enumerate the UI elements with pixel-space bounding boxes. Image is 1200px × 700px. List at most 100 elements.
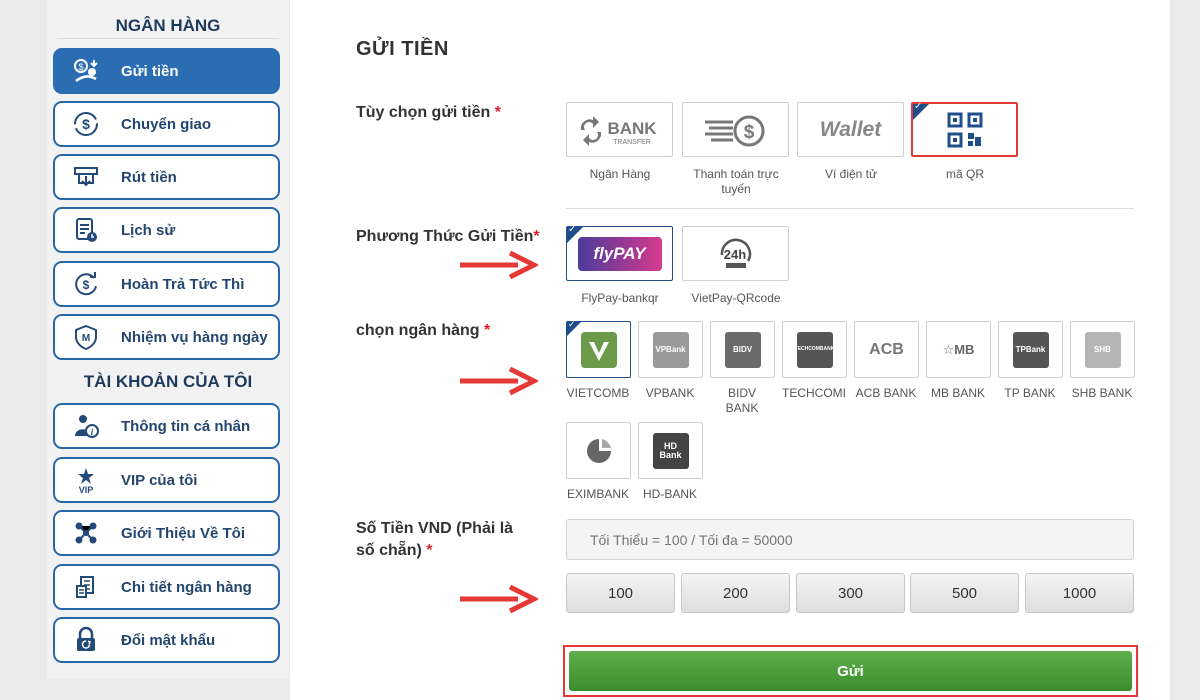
sidebar-item-personal-info[interactable]: i Thông tin cá nhân xyxy=(53,403,280,449)
mb-logo-text: MB xyxy=(954,341,975,357)
bank-logo-subtext: TRANSFER xyxy=(613,139,651,146)
amount-preset-500[interactable]: 500 xyxy=(910,573,1019,613)
required-mark: * xyxy=(426,542,433,559)
bank-caption: HD-BANK xyxy=(642,487,697,501)
method-flypay[interactable]: flyPAY xyxy=(566,224,673,281)
amount-label-line: số chẵn) xyxy=(356,542,422,559)
bank-tpbank[interactable]: TPBank xyxy=(998,321,1063,378)
amount-preset-100[interactable]: 100 xyxy=(566,573,675,613)
techcombank-logo: TECHCOMBANK xyxy=(795,331,834,368)
bank-caption-line: BANK xyxy=(725,401,759,415)
referral-icon xyxy=(71,518,101,548)
submit-button[interactable]: Gửi xyxy=(569,651,1132,691)
bank-caption: TECHCOMI xyxy=(782,386,846,400)
bank-caption: VIETCOMB xyxy=(566,386,630,400)
vietpay-logo-text: 24h xyxy=(723,247,745,262)
sidebar-item-label: Giới Thiệu Về Tôi xyxy=(121,524,246,542)
eximbank-logo xyxy=(586,438,611,463)
section-divider xyxy=(57,38,279,39)
submit-highlight: Gửi xyxy=(563,645,1138,697)
option-qr-code[interactable] xyxy=(911,101,1018,157)
sidebar-item-refund[interactable]: $ Hoàn Trả Tức Thì xyxy=(53,261,280,307)
method-label-text: Phương Thức Gửi Tiền xyxy=(356,228,534,245)
sidebar-item-label: Thông tin cá nhân xyxy=(121,417,251,435)
sidebar-item-label: Nhiệm vụ hàng ngày xyxy=(121,328,268,346)
sidebar-item-bank-details[interactable]: Chi tiết ngân hàng xyxy=(53,564,280,610)
sidebar: NGÂN HÀNG $ Gửi tiền $ Chuyển giao Rút t… xyxy=(47,0,289,678)
method-caption: FlyPay-bankqr xyxy=(581,291,659,305)
deposit-option-label-text: Tùy chọn gửi tiền xyxy=(356,104,491,121)
amount-label-line: Số Tiền VND (Phải là xyxy=(356,520,514,537)
svg-text:M: M xyxy=(82,333,90,344)
svg-text:VIP: VIP xyxy=(79,485,94,494)
svg-text:$: $ xyxy=(82,116,90,132)
arrow-icon xyxy=(460,250,538,280)
required-mark: * xyxy=(484,322,491,339)
hdbank-logo: HD Bank xyxy=(652,432,689,469)
sidebar-item-referral[interactable]: Giới Thiệu Về Tôi xyxy=(53,510,280,556)
option-e-wallet[interactable]: Wallet xyxy=(797,102,904,157)
mission-icon: M xyxy=(71,322,101,352)
sidebar-item-change-password[interactable]: Đổi mật khẩu xyxy=(53,617,280,663)
method-vietpay[interactable]: 24h xyxy=(682,226,789,281)
option-caption-line: tuyến xyxy=(721,182,751,196)
bank-section-title: NGÂN HÀNG xyxy=(115,16,221,35)
bank-techcombank[interactable]: TECHCOMBANK xyxy=(782,321,847,378)
sidebar-item-label: Chuyển giao xyxy=(121,115,212,133)
history-icon xyxy=(71,215,101,245)
refund-icon: $ xyxy=(71,269,101,299)
sidebar-item-deposit[interactable]: $ Gửi tiền xyxy=(53,48,280,94)
sidebar-item-label: Đổi mật khẩu xyxy=(121,631,216,649)
option-online-payment[interactable]: $ xyxy=(682,102,789,157)
method-caption: VietPay-QRcode xyxy=(691,291,781,305)
section-divider xyxy=(566,208,1134,209)
page-title: GỬI TIỀN xyxy=(356,38,449,60)
svg-text:$: $ xyxy=(743,122,754,143)
bidv-logo: BIDV xyxy=(724,331,761,368)
deposit-option-label: Tùy chọn gửi tiền * xyxy=(356,102,501,124)
sidebar-item-daily-mission[interactable]: M Nhiệm vụ hàng ngày xyxy=(53,314,280,360)
amount-preset-1000[interactable]: 1000 xyxy=(1025,573,1134,613)
sidebar-item-withdraw[interactable]: Rút tiền xyxy=(53,154,280,200)
bank-vpbank[interactable]: VPBank xyxy=(638,321,703,378)
sidebar-item-label: Lịch sử xyxy=(121,221,176,239)
amount-preset-200[interactable]: 200 xyxy=(681,573,790,613)
method-label: Phương Thức Gửi Tiền* xyxy=(356,226,540,248)
bank-eximbank[interactable] xyxy=(566,422,631,479)
bank-caption: VPBANK xyxy=(645,386,695,400)
option-bank-transfer[interactable]: BANK TRANSFER xyxy=(566,102,673,157)
vpbank-logo: VPBank xyxy=(652,331,689,368)
deposit-icon: $ xyxy=(71,56,101,86)
sidebar-item-label: Chi tiết ngân hàng xyxy=(121,578,252,596)
bank-caption: EXIMBANK xyxy=(566,487,629,501)
bank-caption: ACB BANK xyxy=(855,386,917,400)
option-caption: Ngân Hàng xyxy=(589,167,651,181)
arrow-icon xyxy=(460,366,538,396)
bank-hdbank[interactable]: HD Bank xyxy=(638,422,703,479)
option-caption: Thanh toán trực tuyến xyxy=(682,167,790,197)
sidebar-item-transfer[interactable]: $ Chuyển giao xyxy=(53,101,280,147)
bank-caption: BIDV BANK xyxy=(706,386,778,416)
mb-logo: ☆MB xyxy=(942,341,975,357)
sidebar-item-label: Gửi tiền xyxy=(121,62,179,80)
vietcombank-logo xyxy=(580,331,617,368)
transfer-icon: $ xyxy=(71,109,101,139)
arrow-icon xyxy=(460,584,538,614)
deposit-panel: GỬI TIỀN Tùy chọn gửi tiền * BANK TRANSF… xyxy=(290,0,1170,700)
bank-caption: MB BANK xyxy=(930,386,985,400)
bank-mb[interactable]: ☆MB xyxy=(926,321,991,378)
amount-preset-300[interactable]: 300 xyxy=(796,573,905,613)
bank-shb[interactable]: SHB xyxy=(1070,321,1135,378)
option-caption: mã QR xyxy=(945,167,984,181)
amount-input[interactable] xyxy=(566,519,1134,560)
user-info-icon: i xyxy=(71,411,101,441)
option-caption-line: Thanh toán trực xyxy=(693,167,779,181)
svg-text:$: $ xyxy=(78,62,83,72)
bank-caption: TP BANK xyxy=(1004,386,1056,400)
bank-bidv[interactable]: BIDV xyxy=(710,321,775,378)
bank-acb[interactable]: ACB xyxy=(854,321,919,378)
bank-vietcombank[interactable] xyxy=(566,319,631,378)
vip-icon: VIP xyxy=(71,465,101,495)
sidebar-item-history[interactable]: Lịch sử xyxy=(53,207,280,253)
sidebar-item-vip[interactable]: VIP VIP của tôi xyxy=(53,457,280,503)
